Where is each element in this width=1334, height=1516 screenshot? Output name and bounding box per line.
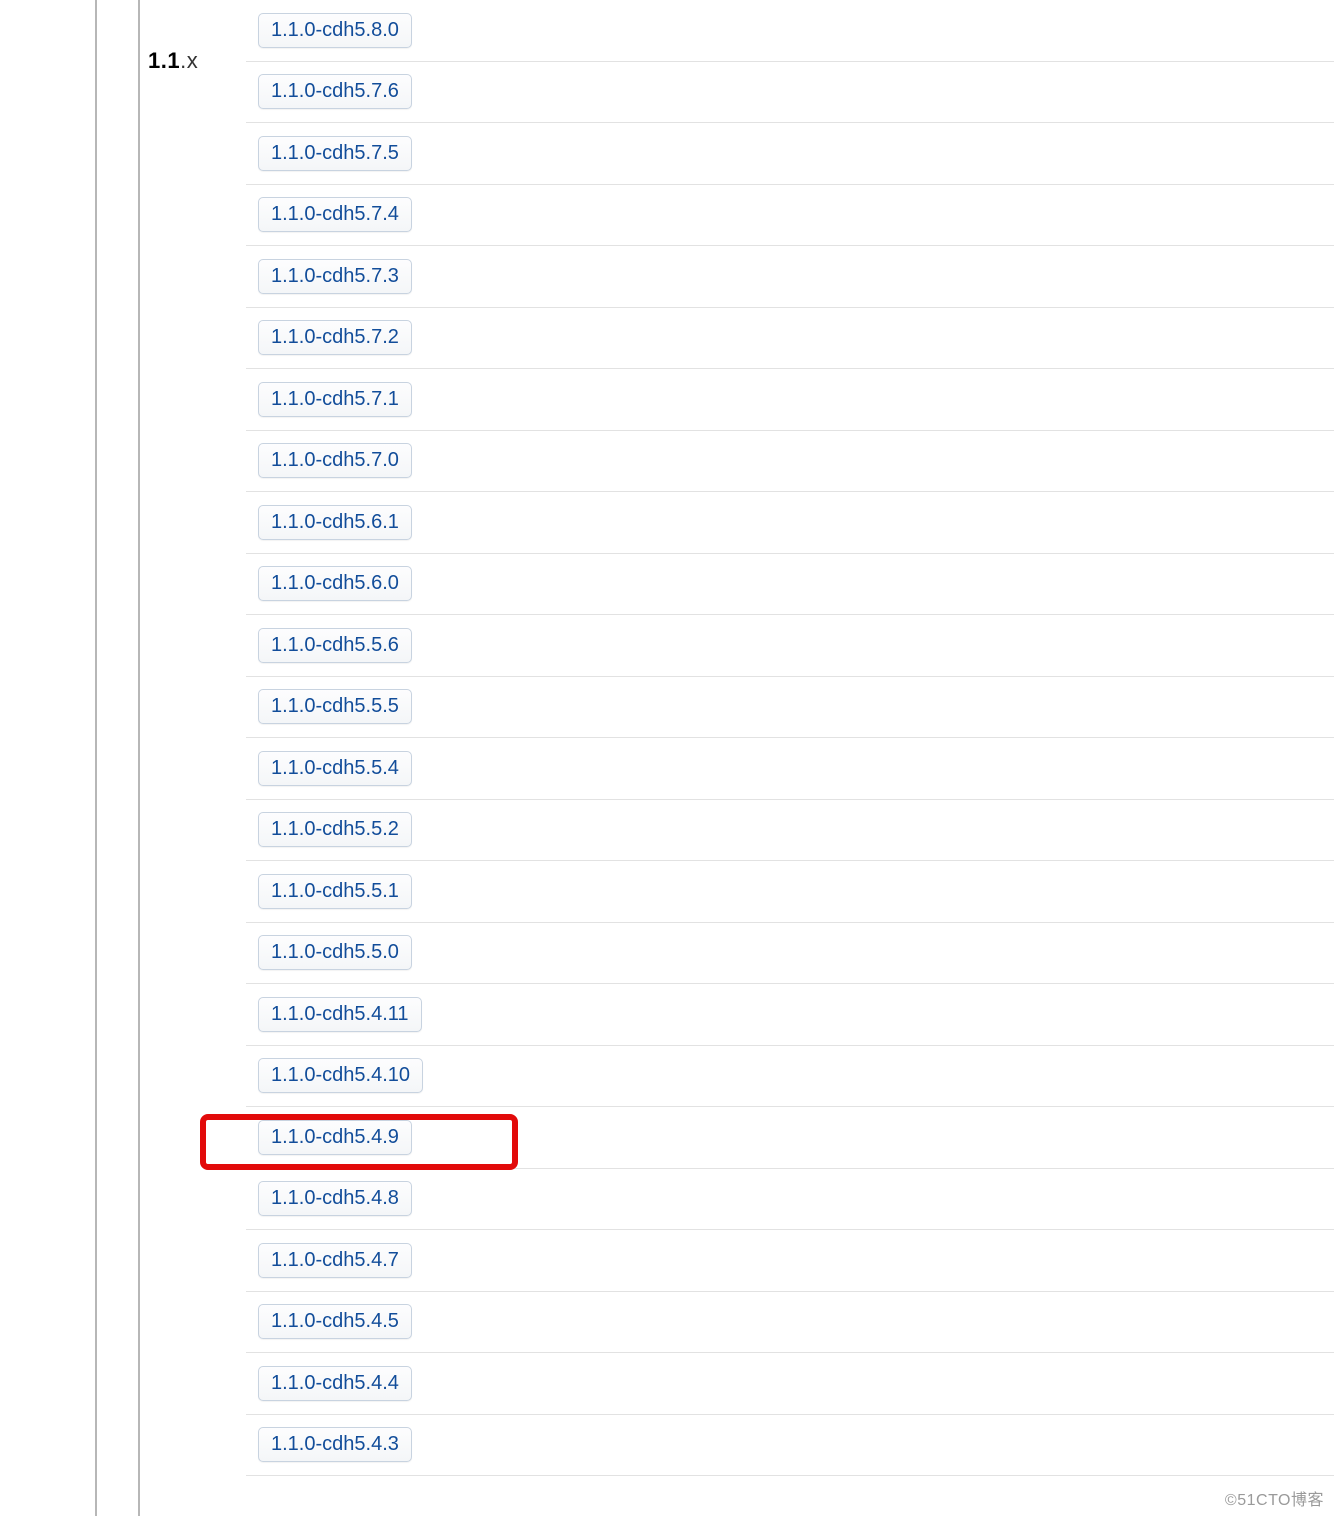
version-row: 1.1.0-cdh5.4.7 (246, 1230, 1334, 1292)
version-tag[interactable]: 1.1.0-cdh5.7.5 (258, 136, 412, 171)
version-row: 1.1.0-cdh5.8.0 (246, 0, 1334, 62)
version-tag[interactable]: 1.1.0-cdh5.5.5 (258, 689, 412, 724)
version-row: 1.1.0-cdh5.4.10 (246, 1046, 1334, 1108)
version-tag[interactable]: 1.1.0-cdh5.7.1 (258, 382, 412, 417)
version-row: 1.1.0-cdh5.5.6 (246, 615, 1334, 677)
version-tag[interactable]: 1.1.0-cdh5.7.2 (258, 320, 412, 355)
version-row: 1.1.0-cdh5.6.1 (246, 492, 1334, 554)
version-row: 1.1.0-cdh5.7.6 (246, 62, 1334, 124)
version-tag[interactable]: 1.1.0-cdh5.4.8 (258, 1181, 412, 1216)
version-row: 1.1.0-cdh5.7.1 (246, 369, 1334, 431)
version-rows: 1.1.0-cdh5.8.0 1.1.0-cdh5.7.6 1.1.0-cdh5.7… (246, 0, 1334, 1476)
watermark: ©51CTO博客 (1225, 1486, 1324, 1510)
version-row: 1.1.0-cdh5.7.5 (246, 123, 1334, 185)
version-row: 1.1.0-cdh5.6.0 (246, 554, 1334, 616)
version-group-label: 1.1.x (148, 48, 198, 74)
version-row: 1.1.0-cdh5.4.4 (246, 1353, 1334, 1415)
version-tag[interactable]: 1.1.0-cdh5.5.2 (258, 812, 412, 847)
version-row: 1.1.0-cdh5.7.4 (246, 185, 1334, 247)
version-row: 1.1.0-cdh5.5.4 (246, 738, 1334, 800)
version-row: 1.1.0-cdh5.5.2 (246, 800, 1334, 862)
version-tag[interactable]: 1.1.0-cdh5.5.0 (258, 935, 412, 970)
version-tag[interactable]: 1.1.0-cdh5.4.4 (258, 1366, 412, 1401)
version-group-suffix: .x (180, 48, 198, 73)
version-tag[interactable]: 1.1.0-cdh5.7.4 (258, 197, 412, 232)
version-tag[interactable]: 1.1.0-cdh5.4.9 (258, 1120, 412, 1155)
version-tag[interactable]: 1.1.0-cdh5.5.1 (258, 874, 412, 909)
version-tag[interactable]: 1.1.0-cdh5.5.6 (258, 628, 412, 663)
version-row: 1.1.0-cdh5.4.8 (246, 1169, 1334, 1231)
version-tag[interactable]: 1.1.0-cdh5.4.5 (258, 1304, 412, 1339)
version-tag[interactable]: 1.1.0-cdh5.7.6 (258, 74, 412, 109)
version-tag[interactable]: 1.1.0-cdh5.4.10 (258, 1058, 423, 1093)
version-row: 1.1.0-cdh5.4.5 (246, 1292, 1334, 1354)
version-row: 1.1.0-cdh5.7.3 (246, 246, 1334, 308)
version-row: 1.1.0-cdh5.5.0 (246, 923, 1334, 985)
version-tag[interactable]: 1.1.0-cdh5.5.4 (258, 751, 412, 786)
version-tag[interactable]: 1.1.0-cdh5.4.7 (258, 1243, 412, 1278)
version-tag[interactable]: 1.1.0-cdh5.6.0 (258, 566, 412, 601)
version-row: 1.1.0-cdh5.5.1 (246, 861, 1334, 923)
version-tag[interactable]: 1.1.0-cdh5.6.1 (258, 505, 412, 540)
version-tag[interactable]: 1.1.0-cdh5.4.3 (258, 1427, 412, 1462)
version-row: 1.1.0-cdh5.7.0 (246, 431, 1334, 493)
version-tag[interactable]: 1.1.0-cdh5.7.0 (258, 443, 412, 478)
version-tag[interactable]: 1.1.0-cdh5.7.3 (258, 259, 412, 294)
vertical-guide-b (138, 0, 140, 1516)
version-row: 1.1.0-cdh5.4.3 (246, 1415, 1334, 1477)
version-group-major: 1.1 (148, 48, 180, 73)
version-row: 1.1.0-cdh5.4.11 (246, 984, 1334, 1046)
version-tag[interactable]: 1.1.0-cdh5.4.11 (258, 997, 422, 1032)
version-row: 1.1.0-cdh5.5.5 (246, 677, 1334, 739)
version-row: 1.1.0-cdh5.7.2 (246, 308, 1334, 370)
vertical-guide-a (95, 0, 97, 1516)
version-row: 1.1.0-cdh5.4.9 (246, 1107, 1334, 1169)
version-tag[interactable]: 1.1.0-cdh5.8.0 (258, 13, 412, 48)
